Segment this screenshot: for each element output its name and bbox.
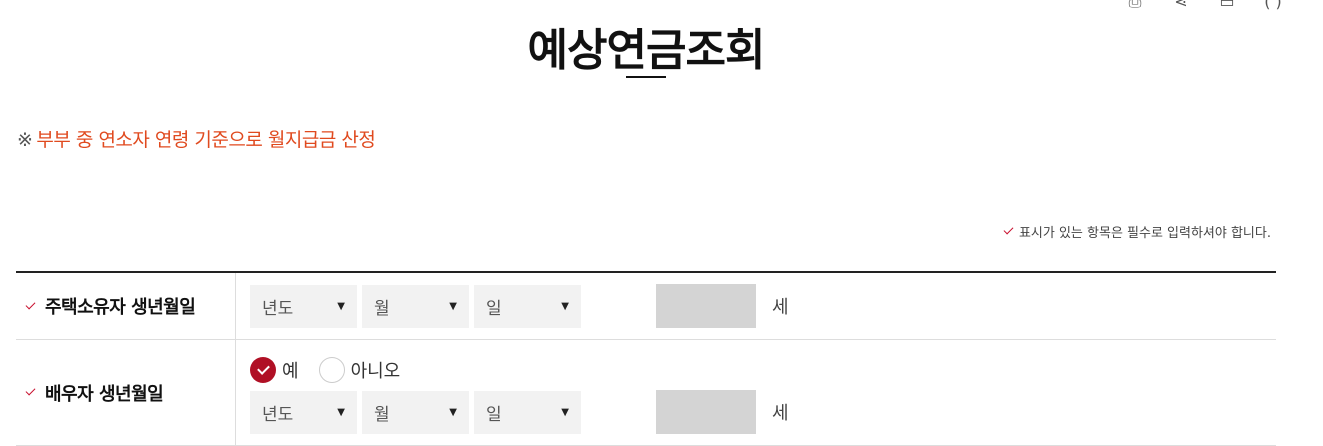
owner-age-field (656, 284, 756, 328)
owner-birthdate-header: 주택소유자 생년월일 (16, 273, 236, 339)
spouse-birthdate-label: 배우자 생년월일 (45, 383, 164, 405)
owner-birthdate-row: 주택소유자 생년월일 년도 ▼ 월 ▼ 일 ▼ 세 (16, 273, 1276, 340)
dropdown-arrow-icon: ▼ (561, 406, 569, 418)
owner-birthdate-label: 주택소유자 생년월일 (45, 297, 196, 318)
spouse-yes-label[interactable]: 예 (282, 357, 299, 383)
spouse-age-unit: 세 (772, 403, 789, 424)
dropdown-arrow-icon: ▼ (449, 406, 457, 418)
spouse-date-group: 년도 ▼ 월 ▼ 일 ▼ 세 (250, 390, 1276, 434)
owner-date-group: 년도 ▼ 월 ▼ 일 ▼ 세 (250, 284, 1276, 328)
spouse-month-value: 월 (374, 404, 390, 425)
required-check-icon (1003, 224, 1014, 235)
owner-year-value: 년도 (262, 298, 294, 319)
share-icon[interactable]: ⋖ (1171, 0, 1191, 11)
spouse-yes-radio[interactable] (250, 357, 276, 383)
spouse-no-radio[interactable] (318, 357, 345, 383)
spouse-day-value: 일 (486, 404, 502, 425)
dropdown-arrow-icon: ▼ (337, 406, 345, 418)
notice-mark: ※ (17, 129, 33, 151)
spouse-day-select[interactable]: 일 ▼ (474, 390, 581, 434)
notice-message: 부부 중 연소자 연령 기준으로 월지급금 산정 (36, 129, 376, 151)
owner-month-select[interactable]: 월 ▼ (362, 284, 469, 328)
spouse-birthdate-cell: 예 아니오 년도 ▼ 월 ▼ 일 ▼ 세 (236, 340, 1276, 445)
dropdown-arrow-icon: ▼ (337, 300, 345, 312)
owner-age-unit: 세 (772, 297, 789, 318)
owner-year-select[interactable]: 년도 ▼ (250, 284, 357, 328)
spouse-month-select[interactable]: 월 ▼ (362, 390, 469, 434)
dropdown-arrow-icon: ▼ (449, 300, 457, 312)
spouse-birthdate-header: 배우자 생년월일 (16, 340, 236, 445)
required-note: 표시가 있는 항목은 필수로 입력하셔야 합니다. (1003, 222, 1271, 241)
expand-icon[interactable]: ( ) (1263, 0, 1283, 11)
required-note-text: 표시가 있는 항목은 필수로 입력하셔야 합니다. (1018, 226, 1271, 241)
pension-form: 주택소유자 생년월일 년도 ▼ 월 ▼ 일 ▼ 세 배우자 생년월일 예 아니오… (16, 271, 1276, 446)
owner-day-value: 일 (486, 298, 502, 319)
spouse-no-label[interactable]: 아니오 (351, 357, 401, 383)
print-icon[interactable]: ⎙ (1125, 0, 1145, 11)
owner-month-value: 월 (374, 298, 390, 319)
toolbar-icons: ⎙ ⋖ ▭ ( ) (1125, 0, 1283, 11)
spouse-year-select[interactable]: 년도 ▼ (250, 390, 357, 434)
title-underline (626, 76, 666, 78)
required-check-icon (25, 299, 36, 309)
owner-day-select[interactable]: 일 ▼ (474, 284, 581, 328)
owner-birthdate-cell: 년도 ▼ 월 ▼ 일 ▼ 세 (236, 273, 1276, 339)
spouse-radio-group: 예 아니오 (250, 356, 1276, 384)
page-title: 예상연금조회 (527, 25, 766, 76)
spouse-year-value: 년도 (262, 404, 294, 425)
notice-text: ※ 부부 중 연소자 연령 기준으로 월지급금 산정 (17, 125, 376, 152)
spouse-age-field (656, 390, 756, 434)
bookmark-icon[interactable]: ▭ (1217, 0, 1237, 11)
required-check-icon (25, 385, 36, 396)
spouse-birthdate-row: 배우자 생년월일 예 아니오 년도 ▼ 월 ▼ 일 ▼ 세 (16, 340, 1276, 446)
dropdown-arrow-icon: ▼ (561, 300, 569, 312)
